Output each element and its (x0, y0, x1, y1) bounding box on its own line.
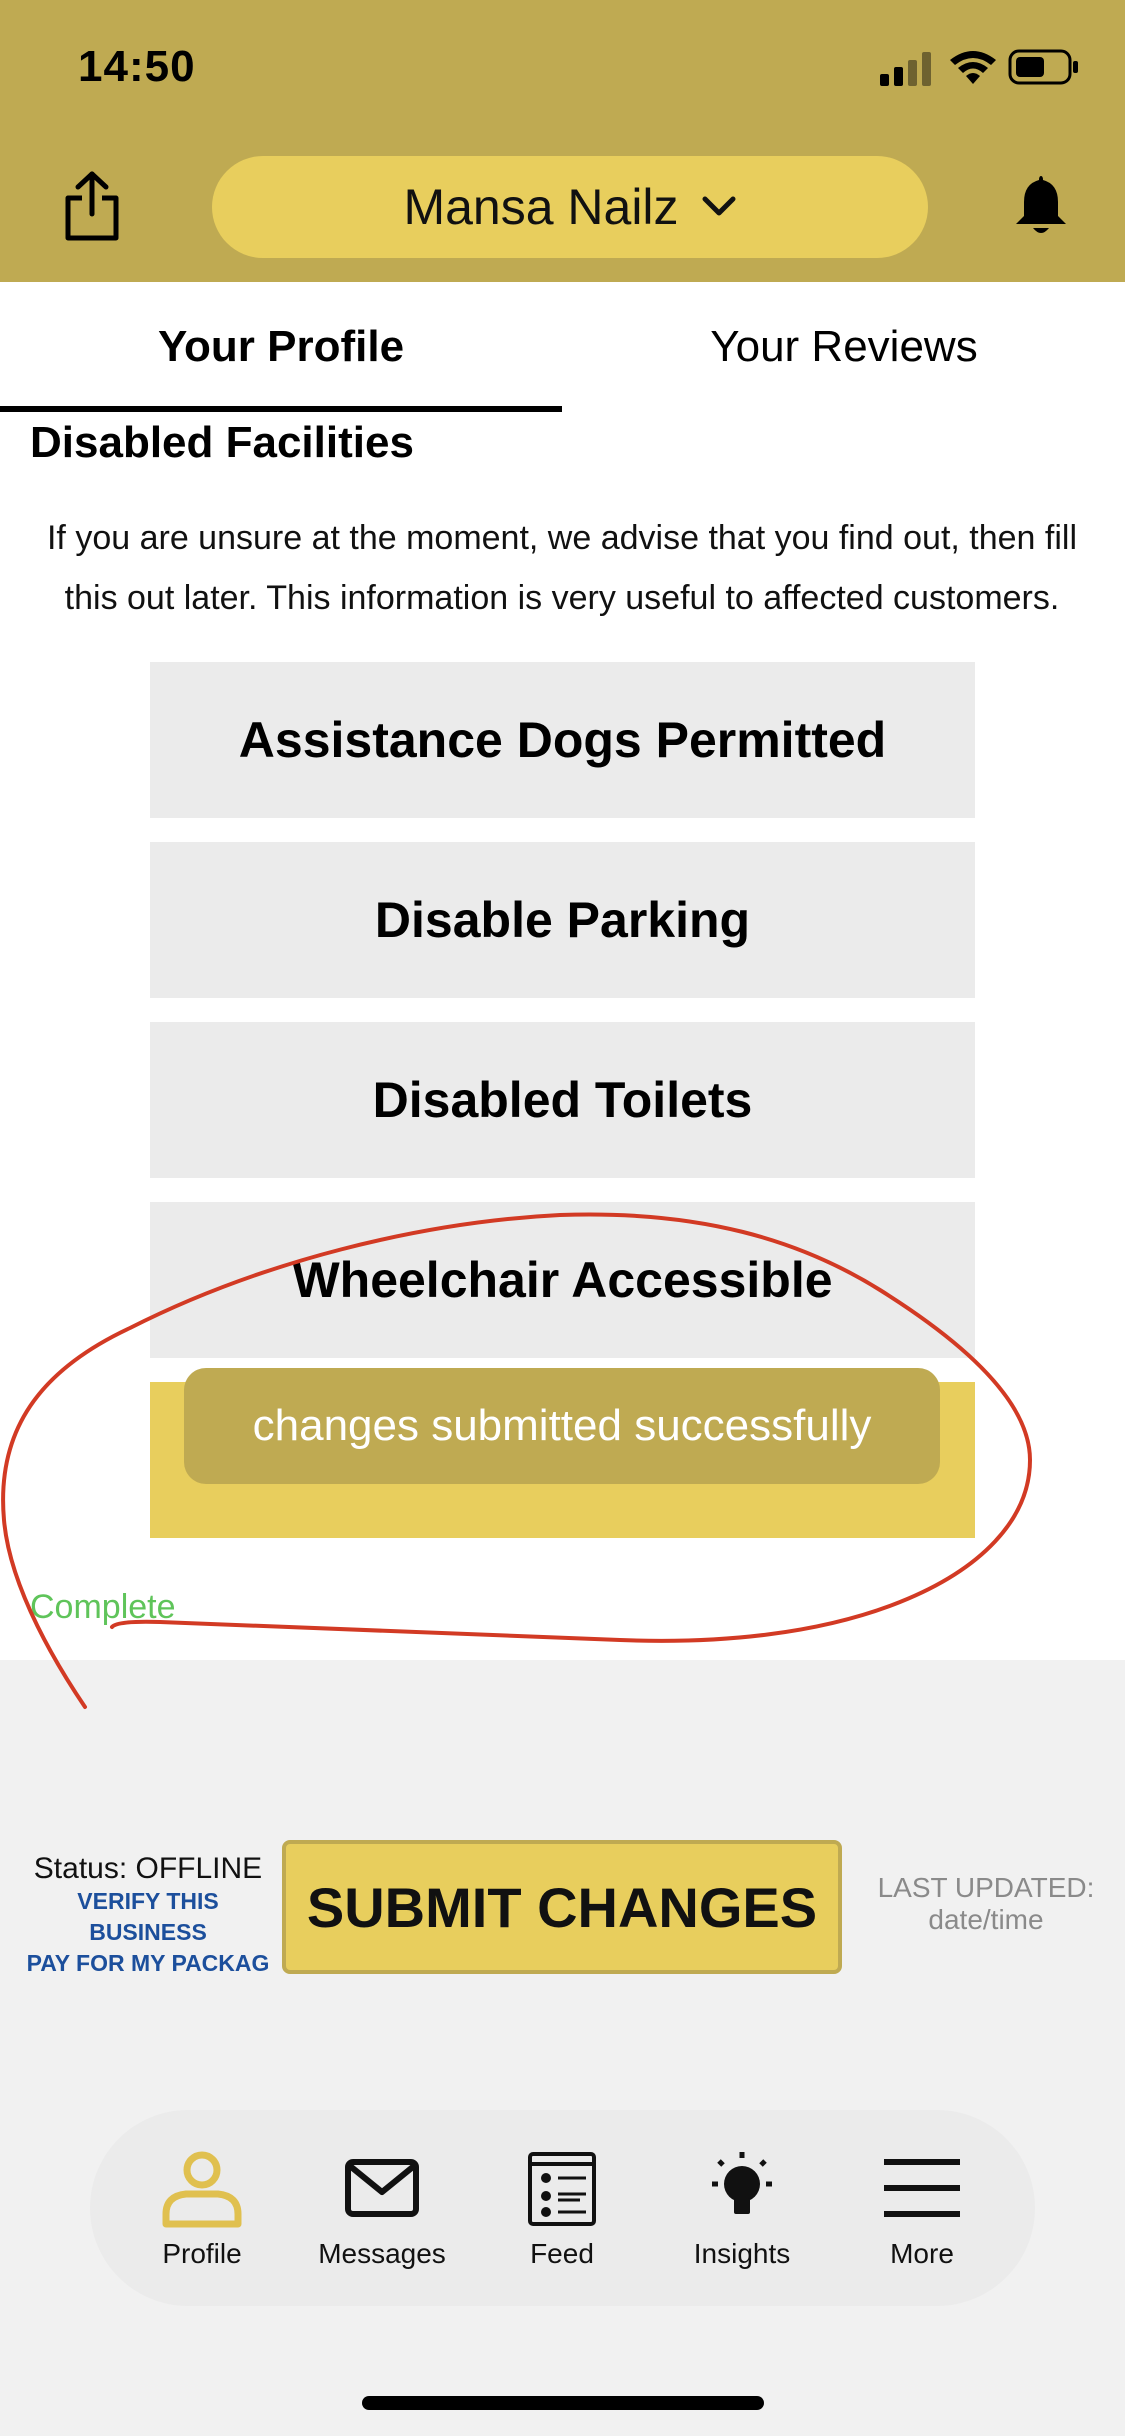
nav-label-insights: Insights (693, 2238, 791, 2269)
bell-icon[interactable] (1012, 172, 1070, 238)
nav-item-messages[interactable]: Messages (292, 2110, 472, 2306)
status-time: 14:50 (78, 42, 196, 91)
option-disabled-toilets[interactable]: Disabled Toilets (150, 1022, 975, 1178)
envelope-icon (345, 2159, 419, 2217)
share-icon[interactable] (62, 170, 122, 242)
nav-label-more: More (890, 2238, 954, 2269)
last-updated-value: date/time (928, 1904, 1044, 1935)
chevron-down-icon (702, 196, 736, 216)
cellular-signal-icon (880, 52, 931, 86)
wifi-icon (950, 51, 996, 84)
nav-item-profile[interactable]: Profile (112, 2110, 292, 2306)
feed-icon (528, 2152, 596, 2226)
menu-icon (884, 2159, 960, 2217)
pay-package-link[interactable]: PAY FOR MY PACKAG (18, 1948, 278, 1979)
submit-changes-button[interactable]: SUBMIT CHANGES (282, 1840, 842, 1974)
nav-item-feed[interactable]: Feed (472, 2110, 652, 2306)
option-disable-parking[interactable]: Disable Parking (150, 842, 975, 998)
last-updated-label: LAST UPDATED: (877, 1872, 1095, 1903)
lightbulb-icon (712, 2152, 772, 2214)
profile-icon (162, 2151, 242, 2228)
nav-item-more[interactable]: More (832, 2110, 1012, 2306)
profile-tabs: Your Profile Your Reviews (0, 282, 1125, 412)
battery-icon (1008, 49, 1078, 85)
last-updated: LAST UPDATED: date/time (868, 1872, 1104, 1936)
verify-business-link[interactable]: VERIFY THIS BUSINESS (18, 1886, 278, 1948)
tab-your-profile[interactable]: Your Profile (0, 282, 562, 412)
bottom-nav: Profile Messages Feed Insights More (90, 2110, 1035, 2306)
option-wheelchair-accessible[interactable]: Wheelchair Accessible (150, 1202, 975, 1358)
complete-label: Complete (30, 1588, 176, 1626)
app-header: 14:50 Mansa Nailz (0, 0, 1125, 282)
nav-label-feed: Feed (530, 2238, 594, 2269)
option-assistance-dogs[interactable]: Assistance Dogs Permitted (150, 662, 975, 818)
nav-label-profile: Profile (162, 2238, 242, 2269)
tab-your-reviews[interactable]: Your Reviews (563, 282, 1125, 412)
section-description: If you are unsure at the moment, we advi… (46, 519, 1078, 617)
nav-label-messages: Messages (318, 2238, 446, 2269)
business-selector[interactable]: Mansa Nailz (212, 156, 928, 258)
business-name: Mansa Nailz (403, 179, 679, 235)
home-indicator (362, 2396, 764, 2410)
success-toast: changes submitted successfully (184, 1368, 940, 1484)
nav-item-insights[interactable]: Insights (652, 2110, 832, 2306)
business-status: Status: OFFLINE VERIFY THIS BUSINESS PAY… (18, 1852, 278, 1979)
section-title: Disabled Facilities (30, 418, 414, 467)
profile-content: Disabled Facilities If you are unsure at… (0, 412, 1125, 1660)
status-text: Status: OFFLINE (33, 1852, 263, 1885)
